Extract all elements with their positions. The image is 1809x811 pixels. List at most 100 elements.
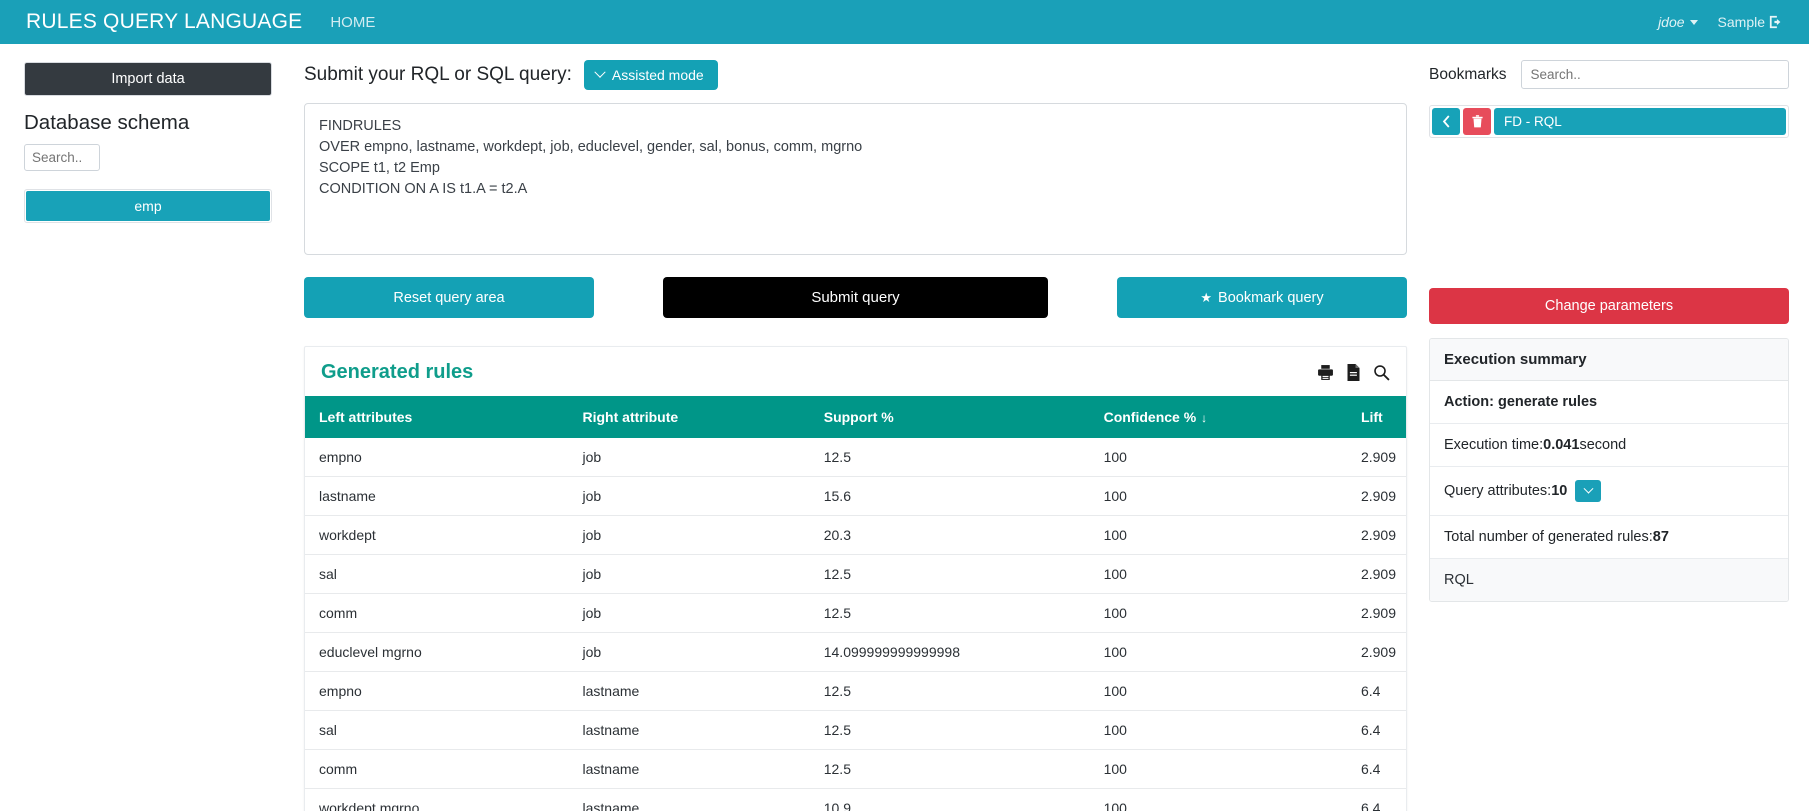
cell-confidence: 100 xyxy=(1093,632,1351,672)
right-sidebar: Bookmarks FD - RQL xyxy=(1429,44,1809,602)
bookmarks-search-input[interactable] xyxy=(1520,60,1789,89)
chevron-down-icon xyxy=(594,66,606,78)
bookmark-delete-button[interactable] xyxy=(1463,108,1491,135)
app-brand: RULES QUERY LANGUAGE xyxy=(26,10,303,33)
table-row[interactable]: empno lastname 12.5 100 6.4 xyxy=(305,671,1406,711)
print-icon[interactable] xyxy=(1317,364,1334,381)
table-row[interactable]: comm lastname 12.5 100 6.4 xyxy=(305,749,1406,789)
top-navbar: RULES QUERY LANGUAGE HOME jdoe Sample xyxy=(0,0,1809,44)
cell-lift: 2.909 xyxy=(1350,632,1406,672)
cell-confidence: 100 xyxy=(1093,788,1351,811)
column-header-confidence[interactable]: Confidence % ↓ xyxy=(1093,396,1351,438)
bookmarks-header: Bookmarks xyxy=(1429,60,1789,89)
results-toolbar xyxy=(1317,364,1390,381)
schema-search-input[interactable] xyxy=(24,144,100,171)
execution-time-prefix: Execution time: xyxy=(1444,437,1544,453)
table-row[interactable]: workdept job 20.3 100 2.909 xyxy=(305,515,1406,555)
cell-support: 12.5 xyxy=(813,593,1094,633)
cell-right-attribute: lastname xyxy=(572,749,814,789)
left-sidebar: Import data Database schema emp xyxy=(0,44,296,223)
sort-descending-icon: ↓ xyxy=(1201,411,1208,425)
chevron-left-icon xyxy=(1442,115,1449,128)
total-rules-row: Total number of generated rules: 87 xyxy=(1430,516,1788,559)
execution-time-row: Execution time: 0.041 second xyxy=(1430,424,1788,467)
logout-label: Sample xyxy=(1717,14,1765,30)
query-action-buttons: Reset query area Submit query ★ Bookmark… xyxy=(304,277,1407,318)
bookmark-load-button[interactable] xyxy=(1432,108,1460,135)
column-header-lift[interactable]: Lift xyxy=(1350,396,1406,438)
query-editor[interactable]: FINDRULES OVER empno, lastname, workdept… xyxy=(304,103,1407,255)
table-row[interactable]: comm job 12.5 100 2.909 xyxy=(305,593,1406,633)
cell-confidence: 100 xyxy=(1093,554,1351,594)
logout-link[interactable]: Sample xyxy=(1718,14,1783,30)
database-schema-title: Database schema xyxy=(24,111,190,134)
chevron-down-icon xyxy=(1583,483,1594,494)
execution-time-value: 0.041 xyxy=(1543,437,1580,453)
column-header-support[interactable]: Support % xyxy=(813,396,1094,438)
bookmark-query-button[interactable]: ★ Bookmark query xyxy=(1117,277,1407,318)
schema-table-emp[interactable]: emp xyxy=(26,191,270,221)
cell-right-attribute: job xyxy=(572,515,814,555)
execution-action-row: Action: generate rules xyxy=(1430,381,1788,424)
query-attributes-prefix: Query attributes: xyxy=(1444,483,1552,499)
bookmark-name[interactable]: FD - RQL xyxy=(1494,108,1786,135)
table-row[interactable]: sal lastname 12.5 100 6.4 xyxy=(305,710,1406,750)
bookmarks-list: FD - RQL xyxy=(1429,105,1789,138)
cell-lift: 2.909 xyxy=(1350,593,1406,633)
cell-confidence: 100 xyxy=(1093,710,1351,750)
cell-left-attributes: empno xyxy=(305,671,573,711)
cell-left-attributes: workdept mgrno xyxy=(305,788,573,811)
search-icon[interactable] xyxy=(1373,364,1390,381)
table-row[interactable]: lastname job 15.6 100 2.909 xyxy=(305,476,1406,516)
cell-confidence: 100 xyxy=(1093,749,1351,789)
table-row[interactable]: sal job 12.5 100 2.909 xyxy=(305,554,1406,594)
generated-rules-title: Generated rules xyxy=(321,361,474,383)
query-header: Submit your RQL or SQL query: Assisted m… xyxy=(304,60,1407,90)
export-file-icon[interactable] xyxy=(1346,364,1361,381)
change-parameters-button[interactable]: Change parameters xyxy=(1429,288,1789,324)
cell-lift: 2.909 xyxy=(1350,515,1406,555)
column-header-right-attribute[interactable]: Right attribute xyxy=(572,396,814,438)
table-header-row: Left attributes Right attribute Support … xyxy=(305,396,1406,438)
cell-left-attributes: comm xyxy=(305,749,573,789)
cell-lift: 6.4 xyxy=(1350,749,1406,789)
cell-lift: 6.4 xyxy=(1350,788,1406,811)
bookmarks-label: Bookmarks xyxy=(1429,65,1507,83)
cell-left-attributes: educlevel mgrno xyxy=(305,632,573,672)
submit-query-button[interactable]: Submit query xyxy=(663,277,1048,318)
total-rules-value: 87 xyxy=(1652,529,1669,545)
cell-support: 14.099999999999998 xyxy=(813,632,1094,672)
reset-query-button[interactable]: Reset query area xyxy=(304,277,594,318)
cell-right-attribute: job xyxy=(572,476,814,516)
cell-confidence: 100 xyxy=(1093,515,1351,555)
execution-time-suffix: second xyxy=(1579,437,1627,453)
column-header-left-attributes[interactable]: Left attributes xyxy=(305,396,573,438)
column-header-confidence-label: Confidence % xyxy=(1103,409,1197,425)
table-row[interactable]: educlevel mgrno job 14.099999999999998 1… xyxy=(305,632,1406,672)
bookmark-item: FD - RQL xyxy=(1432,108,1786,135)
assisted-mode-label: Assisted mode xyxy=(611,67,704,83)
cell-confidence: 100 xyxy=(1093,593,1351,633)
cell-support: 12.5 xyxy=(813,710,1094,750)
cell-support: 12.5 xyxy=(813,554,1094,594)
assisted-mode-button[interactable]: Assisted mode xyxy=(583,60,718,90)
chevron-down-icon xyxy=(1689,19,1698,25)
generated-rules-card: Generated rules Left attributes Right at… xyxy=(304,346,1407,811)
query-attributes-expand-button[interactable] xyxy=(1575,480,1602,502)
cell-left-attributes: sal xyxy=(305,710,573,750)
query-language-row: RQL xyxy=(1430,559,1788,601)
cell-support: 15.6 xyxy=(813,476,1094,516)
bookmark-query-label: Bookmark query xyxy=(1218,289,1324,306)
generated-rules-table: Left attributes Right attribute Support … xyxy=(305,396,1406,811)
cell-confidence: 100 xyxy=(1093,671,1351,711)
nav-link-home[interactable]: HOME xyxy=(330,14,375,31)
table-row[interactable]: workdept mgrno lastname 10.9 100 6.4 xyxy=(305,788,1406,811)
cell-lift: 2.909 xyxy=(1350,476,1406,516)
table-row[interactable]: empno job 12.5 100 2.909 xyxy=(305,438,1406,477)
user-menu[interactable]: jdoe xyxy=(1658,14,1698,30)
schema-table-list: emp xyxy=(24,189,272,223)
cell-support: 12.5 xyxy=(813,749,1094,789)
cell-support: 12.5 xyxy=(813,438,1094,477)
query-attributes-value: 10 xyxy=(1551,483,1568,499)
import-data-button[interactable]: Import data xyxy=(24,62,272,96)
